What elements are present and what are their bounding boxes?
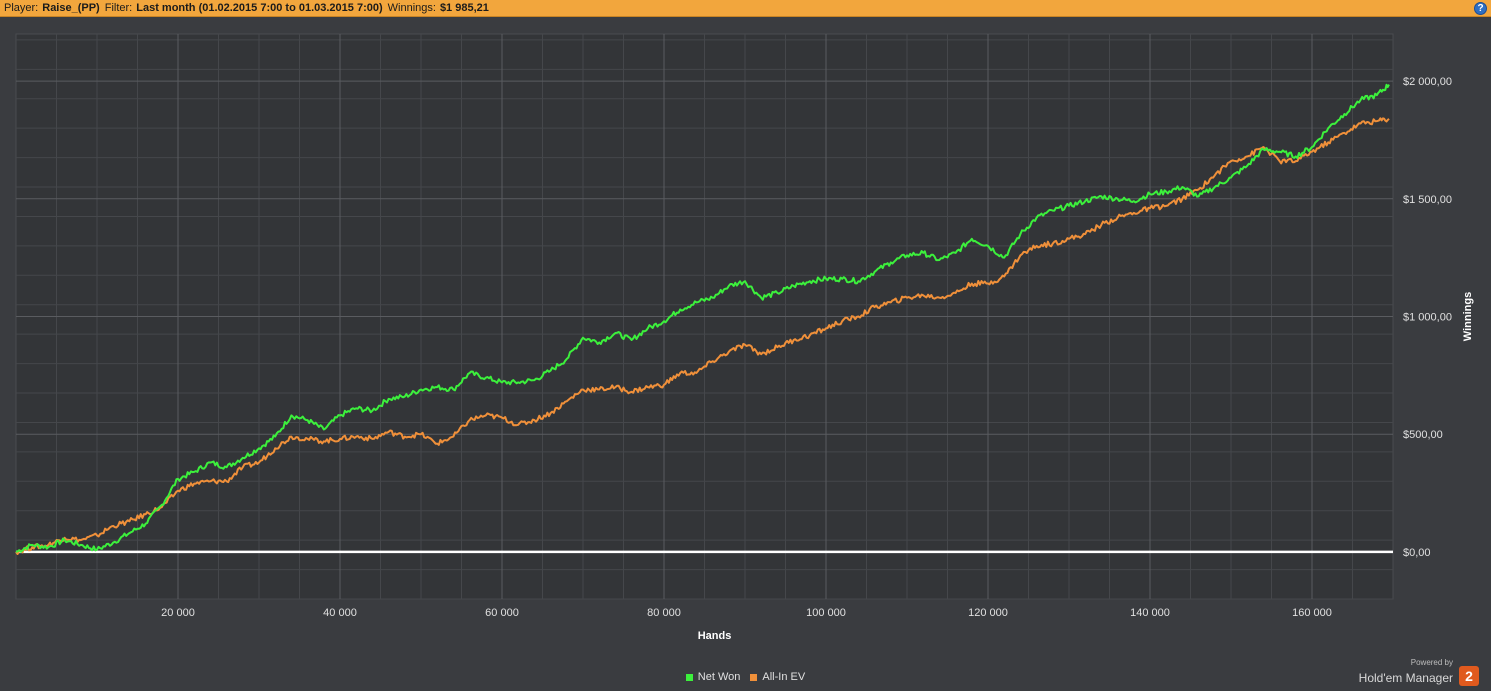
winnings-value: $1 985,21 <box>439 2 489 14</box>
x-tick-label: 20 000 <box>161 607 195 619</box>
y-tick-label: $2 000,00 <box>1403 76 1452 88</box>
chart-legend: Net Won All-In EV <box>0 671 1491 683</box>
y-tick-label: $0,00 <box>1403 547 1431 559</box>
product-name: Hold'em Manager <box>1358 671 1453 685</box>
holdem-manager-logo-icon: 2 <box>1459 666 1479 686</box>
legend-swatch-all-in-ev <box>750 673 758 681</box>
chart-header-bar: Player: Raise_(PP) Filter: Last month (0… <box>0 0 1491 17</box>
x-tick-label: 80 000 <box>647 607 681 619</box>
player-label: Player: <box>4 2 39 14</box>
winnings-label: Winnings: <box>387 2 436 14</box>
legend-item-all-in-ev[interactable]: All-In EV <box>750 671 805 683</box>
powered-text: Powered by Hold'em Manager <box>1359 659 1453 686</box>
x-tick-label: 160 000 <box>1292 607 1332 619</box>
powered-by-branding: Powered by Hold'em Manager 2 <box>1359 659 1479 686</box>
x-tick-label: 60 000 <box>485 607 519 619</box>
y-tick-label: $1 500,00 <box>1403 194 1452 206</box>
powered-by-label: Powered by <box>1410 658 1453 667</box>
legend-label-net-won: Net Won <box>697 671 741 683</box>
x-axis-label: Hands <box>698 630 732 642</box>
legend-label-all-in-ev: All-In EV <box>762 671 806 683</box>
legend-swatch-net-won <box>685 673 693 681</box>
winnings-chart: 20 000 40 000 60 000 80 000 100 000 120 000 14… <box>15 33 1474 642</box>
player-value: Raise_(PP) <box>42 2 100 14</box>
legend-item-net-won[interactable]: Net Won <box>685 671 741 683</box>
y-tick-label: $500,00 <box>1403 429 1443 441</box>
x-tick-label: 40 000 <box>323 607 357 619</box>
x-tick-label: 100 000 <box>806 607 846 619</box>
filter-value: Last month (01.02.2015 7:00 to 01.03.201… <box>136 2 383 14</box>
y-tick-label: $1 000,00 <box>1403 312 1452 324</box>
y-axis-label: Winnings <box>1462 292 1474 341</box>
x-tick-label: 140 000 <box>1130 607 1170 619</box>
x-tick-label: 120 000 <box>968 607 1008 619</box>
filter-label: Filter: <box>104 2 133 14</box>
help-icon[interactable]: ? <box>1474 2 1487 15</box>
